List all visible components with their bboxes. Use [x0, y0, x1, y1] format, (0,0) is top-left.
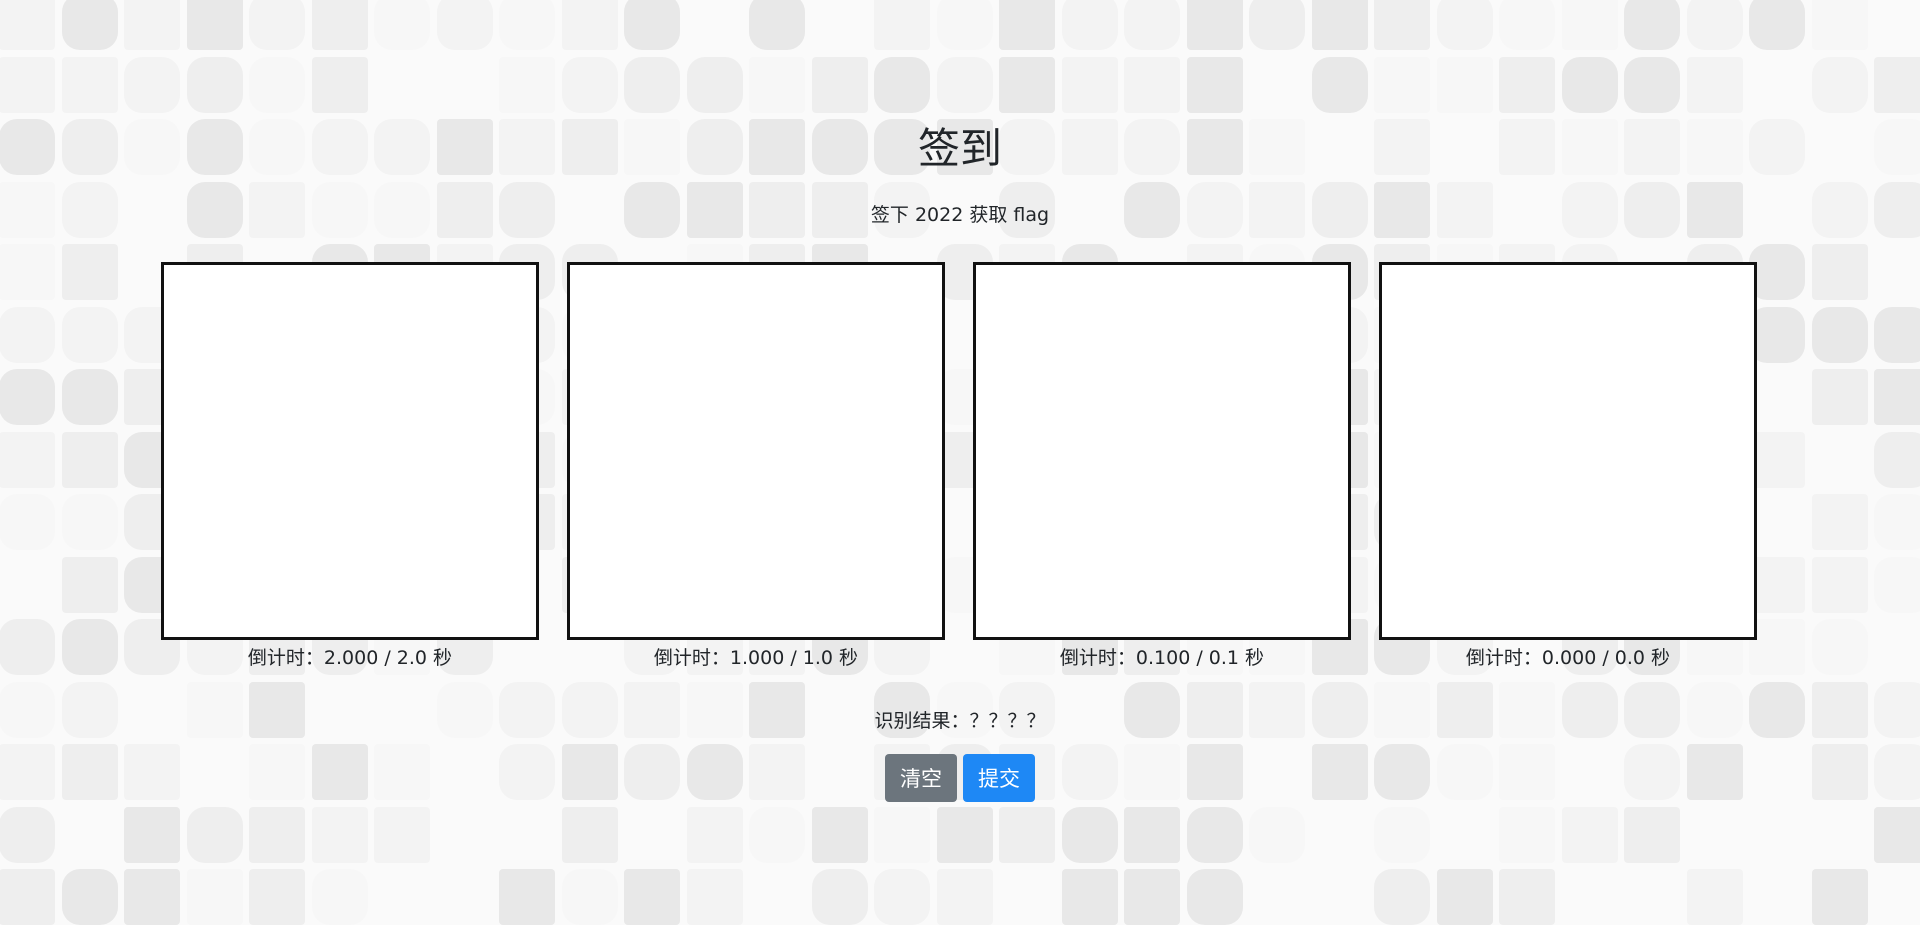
countdown-label-3: 倒计时：0.100 / 0.1 秒: [1059, 647, 1265, 669]
countdown-label-2: 倒计时：1.000 / 1.0 秒: [653, 647, 859, 669]
drawing-canvas-2[interactable]: [567, 262, 945, 640]
page-title: 签到: [917, 124, 1002, 173]
recognition-result: 识别结果：？？？？: [874, 710, 1046, 732]
clear-button[interactable]: 清空: [885, 754, 957, 802]
countdown-label-1: 倒计时：2.000 / 2.0 秒: [247, 647, 453, 669]
page-subtitle: 签下 2022 获取 flag: [870, 204, 1050, 226]
checkin-page: 签到 签下 2022 获取 flag 倒计时：2.000 / 2.0 秒 倒计时…: [0, 0, 1920, 909]
countdown-label-4: 倒计时：0.000 / 0.0 秒: [1465, 647, 1671, 669]
submit-button[interactable]: 提交: [963, 754, 1035, 802]
drawing-canvas-3[interactable]: [973, 262, 1351, 640]
drawing-canvas-4[interactable]: [1379, 262, 1757, 640]
drawing-canvas-1[interactable]: [161, 262, 539, 640]
